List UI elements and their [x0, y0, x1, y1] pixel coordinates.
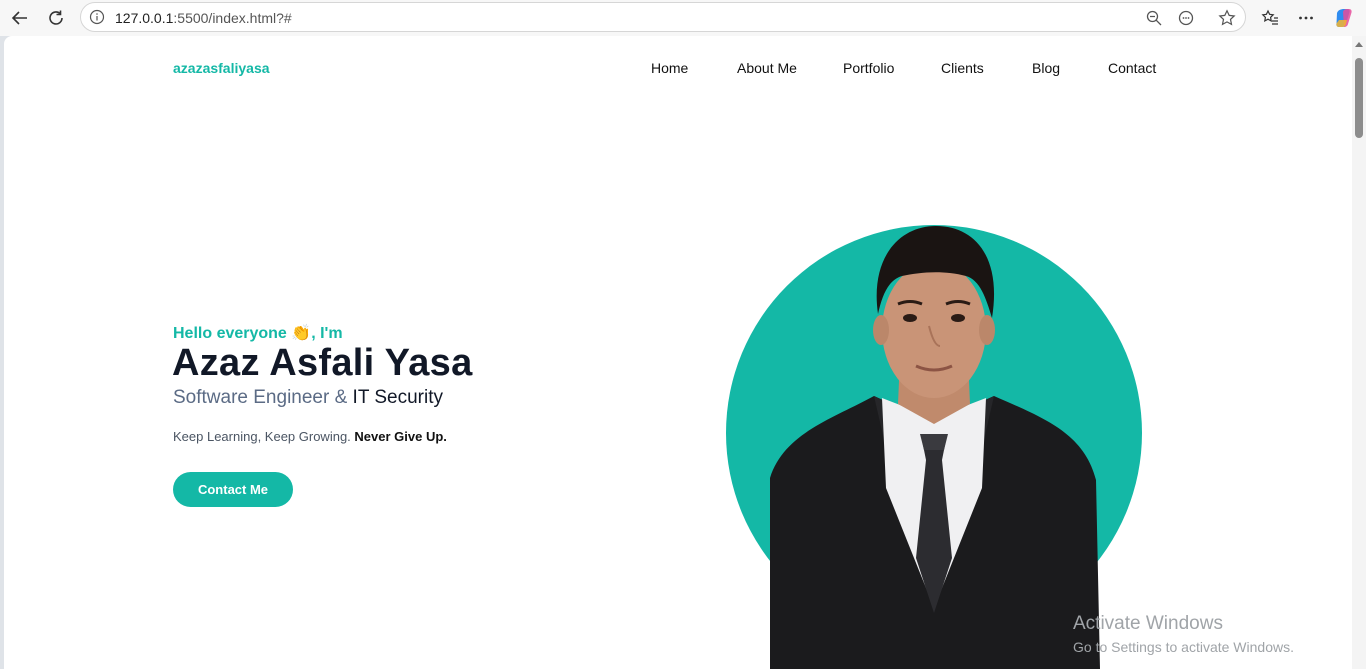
url-host: 127.0.0.1: [115, 10, 174, 26]
zoom-icon[interactable]: [1144, 8, 1164, 28]
watermark-subtitle: Go to Settings to activate Windows.: [1073, 639, 1294, 655]
nav-blog[interactable]: Blog: [1032, 60, 1060, 76]
hero-greeting: Hello everyone 👏, I'm: [173, 325, 343, 342]
nav-contact[interactable]: Contact: [1108, 60, 1156, 76]
tagline-emphasis: Never Give Up.: [354, 429, 447, 444]
address-bar[interactable]: 127.0.0.1:5500/index.html?#: [80, 2, 1246, 32]
contact-me-button[interactable]: Contact Me: [173, 472, 293, 507]
nav-portfolio[interactable]: Portfolio: [843, 60, 894, 76]
page-scrollbar[interactable]: [1352, 36, 1366, 669]
page-viewport: azazasfaliyasa Home About Me Portfolio C…: [4, 36, 1366, 669]
reader-icon[interactable]: [1176, 8, 1196, 28]
url-path: :5500/index.html?#: [173, 10, 292, 26]
scroll-thumb[interactable]: [1355, 58, 1363, 138]
url-text[interactable]: 127.0.0.1:5500/index.html?#: [115, 10, 292, 26]
tagline-text: Keep Learning, Keep Growing.: [173, 429, 355, 444]
browser-toolbar: 127.0.0.1:5500/index.html?#: [0, 0, 1366, 36]
scroll-up-arrow-icon[interactable]: [1355, 42, 1363, 47]
site-info-icon[interactable]: [89, 9, 105, 25]
hero-name: Azaz Asfali Yasa: [172, 342, 473, 384]
more-menu-icon[interactable]: [1292, 4, 1320, 32]
profile-portrait: [726, 225, 1142, 669]
hero-tagline: Keep Learning, Keep Growing. Never Give …: [173, 429, 447, 444]
nav-home[interactable]: Home: [651, 60, 688, 76]
back-icon[interactable]: [6, 4, 34, 32]
favorite-star-icon[interactable]: [1217, 8, 1237, 28]
role-secondary: IT Security: [352, 387, 444, 408]
windows-activation-watermark: Activate Windows Go to Settings to activ…: [1073, 613, 1294, 655]
hero-role: Software Engineer & IT Security: [173, 387, 443, 409]
nav-clients[interactable]: Clients: [941, 60, 984, 76]
watermark-title: Activate Windows: [1073, 613, 1223, 634]
favorites-list-icon[interactable]: [1256, 4, 1284, 32]
site-logo[interactable]: azazasfaliyasa: [173, 60, 270, 76]
reload-icon[interactable]: [42, 4, 70, 32]
copilot-icon[interactable]: [1330, 4, 1358, 32]
role-primary: Software Engineer &: [173, 387, 353, 408]
nav-about-me[interactable]: About Me: [737, 60, 797, 76]
